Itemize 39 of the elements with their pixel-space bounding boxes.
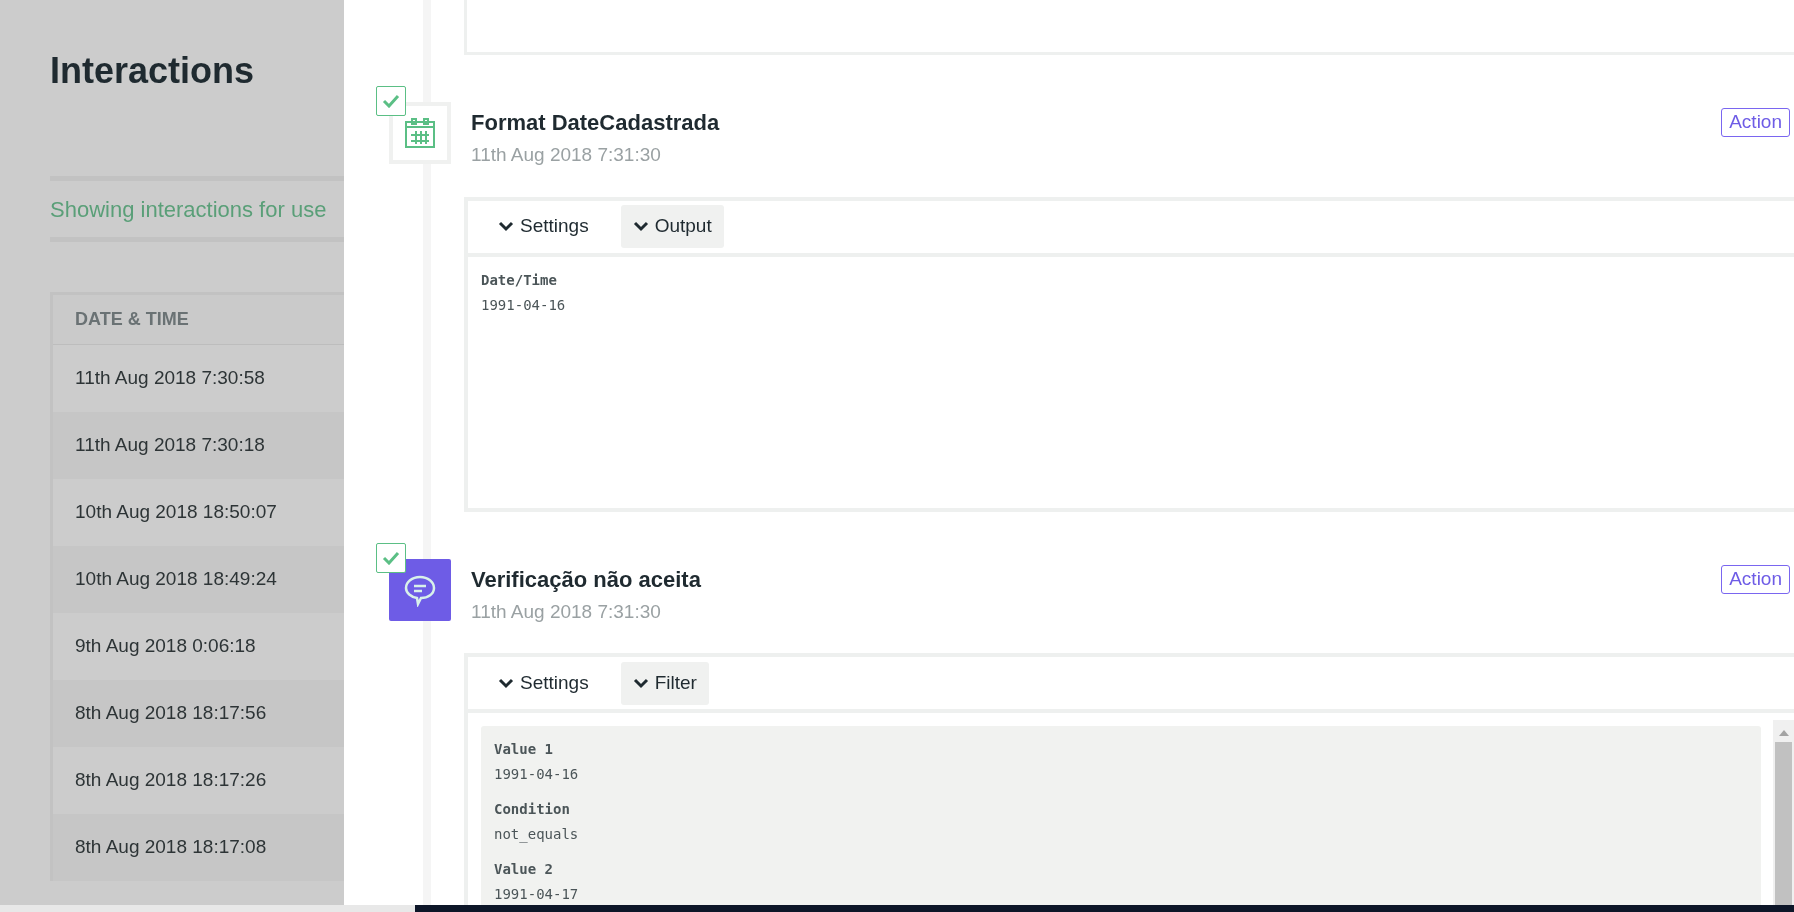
- action-badge: Action: [1721, 108, 1790, 137]
- column-header: DATE & TIME: [75, 308, 189, 331]
- notice-text: Showing interactions for use: [50, 195, 327, 224]
- chevron-down-icon: [498, 677, 514, 689]
- chevron-down-icon: [632, 221, 649, 232]
- field-value: 1991-04-16: [481, 295, 567, 315]
- field-label: Value 2: [494, 860, 554, 879]
- speech-bubble-icon: [389, 558, 451, 621]
- chevron-down-icon: [498, 221, 514, 232]
- table-cell-text: 8th Aug 2018 18:17:26: [75, 768, 267, 793]
- field-label: Date/Time: [481, 270, 558, 290]
- table-cell-text: 11th Aug 2018 7:30:58: [75, 366, 265, 391]
- table-cell-text: 11th Aug 2018 7:30:18: [75, 433, 265, 458]
- check-icon: [382, 550, 400, 565]
- chevron-down-icon: [632, 677, 649, 689]
- table-cell-text: 10th Aug 2018 18:50:07: [75, 500, 277, 525]
- step-time: 11th Aug 2018 7:31:30: [471, 599, 662, 624]
- table-cell-text: 8th Aug 2018 18:17:08: [75, 835, 267, 860]
- table-cell-text: 8th Aug 2018 18:17:56: [75, 701, 267, 726]
- section-tab[interactable]: Filter: [620, 661, 709, 705]
- field-value: not_equals: [494, 825, 580, 845]
- field-label: Condition: [494, 800, 571, 819]
- table-cell-text: 9th Aug 2018 0:06:18: [75, 634, 256, 659]
- section-tab[interactable]: Output: [620, 205, 724, 248]
- field-label: Value 1: [494, 740, 554, 759]
- section-tab[interactable]: Settings: [486, 661, 601, 705]
- scrollbar-thumb[interactable]: [1775, 742, 1792, 905]
- step-title: Format DateCadastrada: [471, 109, 721, 137]
- scroll-up-icon[interactable]: [1778, 730, 1789, 736]
- step-title: Verificação não aceita: [471, 565, 702, 594]
- table-cell-text: 10th Aug 2018 18:49:24: [75, 567, 277, 592]
- check-icon: [382, 94, 400, 108]
- field-value: 1991-04-16: [494, 765, 580, 784]
- scrollbar[interactable]: [1773, 720, 1794, 905]
- step-time: 11th Aug 2018 7:31:30: [471, 143, 662, 167]
- field-value: 1991-04-17: [494, 885, 580, 904]
- action-badge: Action: [1721, 564, 1790, 594]
- page-title: Interactions: [50, 49, 256, 93]
- section-tab[interactable]: Settings: [486, 205, 601, 248]
